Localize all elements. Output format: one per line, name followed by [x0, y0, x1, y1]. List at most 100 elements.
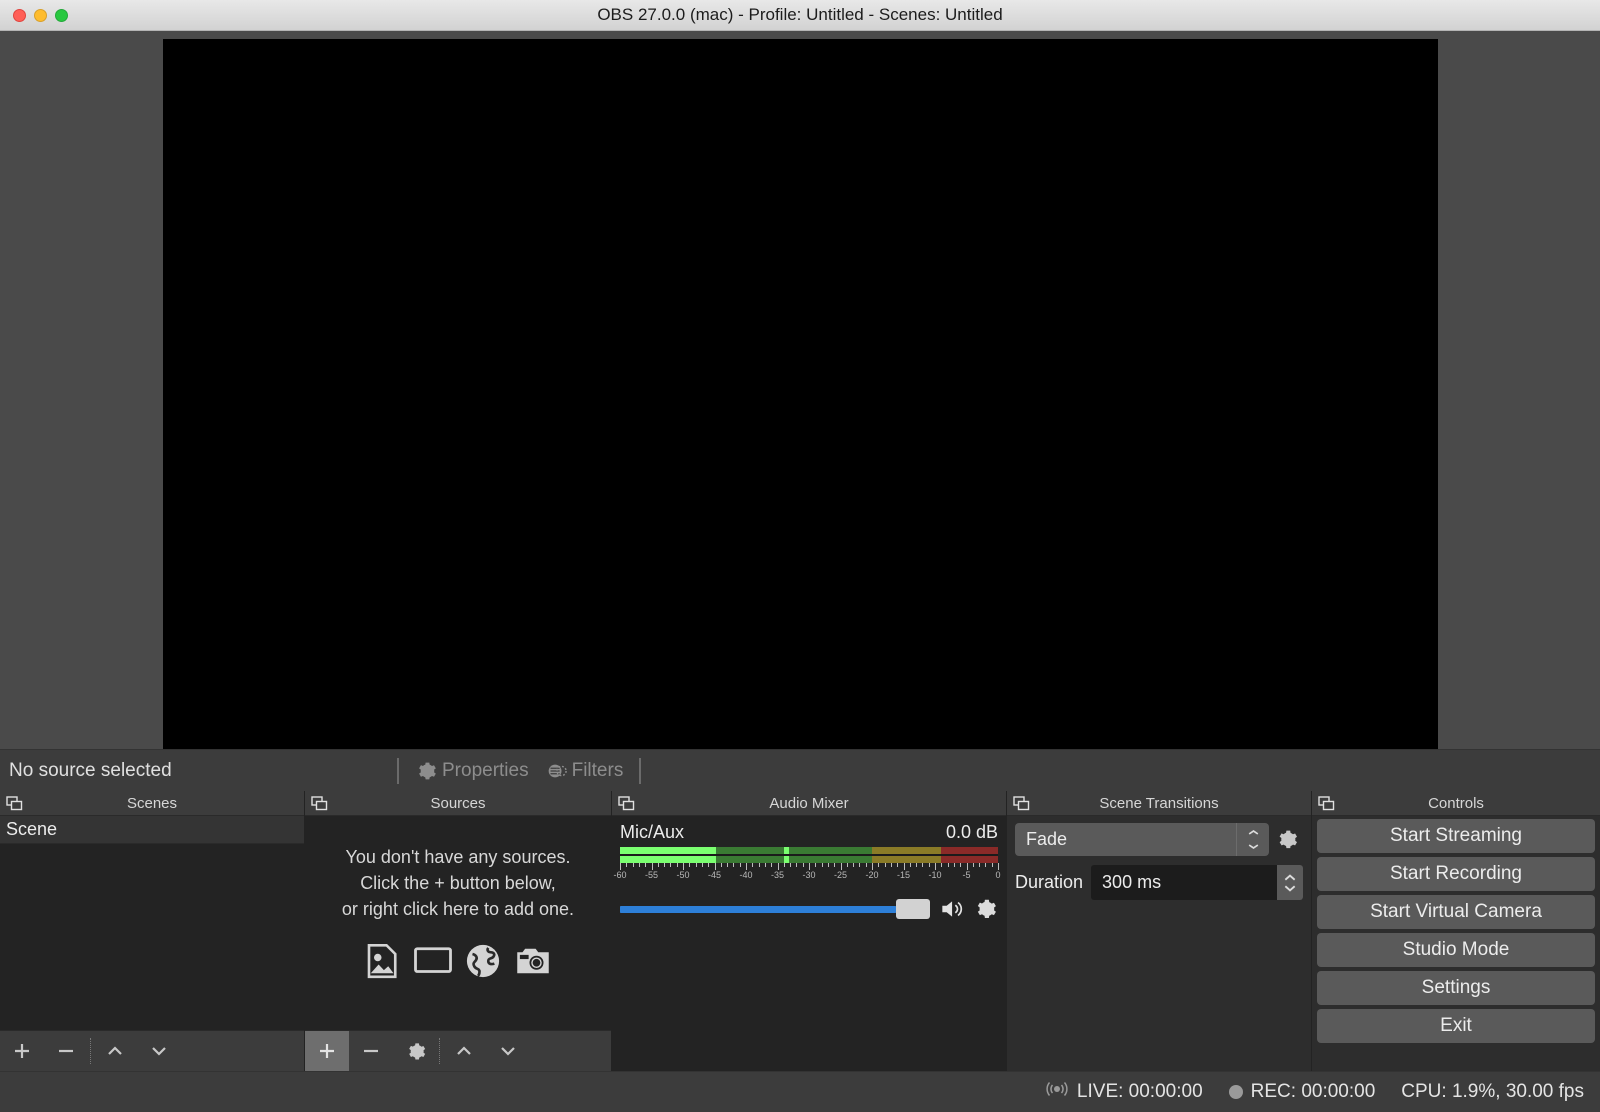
close-window-button[interactable] — [13, 8, 26, 22]
sources-list[interactable]: You don't have any sources. Click the + … — [305, 816, 611, 1030]
zoom-window-button[interactable] — [55, 8, 68, 22]
move-source-down-button[interactable] — [486, 1031, 530, 1071]
volume-slider-handle[interactable] — [896, 899, 930, 919]
transition-select-value: Fade — [1026, 829, 1068, 849]
transitions-dock-label: Scene Transitions — [1099, 794, 1219, 812]
live-status: LIVE: 00:00:00 — [1045, 1079, 1203, 1105]
start-streaming-button[interactable]: Start Streaming — [1317, 819, 1595, 853]
volume-slider[interactable] — [620, 898, 930, 920]
scene-item-label: Scene — [6, 819, 58, 839]
preview-canvas[interactable] — [162, 39, 1438, 749]
audio-mixer-dock: Audio Mixer Mic/Aux 0.0 dB -60 -55 -50 -… — [612, 791, 1007, 1071]
properties-button[interactable]: Properties — [407, 755, 537, 787]
meter-tick-label: -20 — [865, 870, 879, 880]
mixer-channel-db: 0.0 dB — [945, 822, 998, 842]
mixer-dock-label: Audio Mixer — [769, 794, 849, 812]
move-source-up-button[interactable] — [442, 1031, 486, 1071]
display-icon — [412, 940, 454, 982]
cpu-status: CPU: 1.9%, 30.00 fps — [1401, 1081, 1584, 1103]
start-virtual-camera-button[interactable]: Start Virtual Camera — [1317, 895, 1595, 929]
selected-source-status: No source selected — [9, 759, 172, 781]
transitions-dock-title: Scene Transitions — [1007, 791, 1311, 816]
scenes-list[interactable]: Scene — [0, 816, 304, 1030]
exit-button[interactable]: Exit — [1317, 1009, 1595, 1043]
mixer-meter: -60 -55 -50 -45 -40 -35 -30 -25 -20 -15 -10 -5 0 — [613, 847, 1001, 883]
move-scene-up-button[interactable] — [93, 1031, 137, 1071]
sources-dock: Sources You don't have any sources. Clic… — [305, 791, 612, 1071]
browser-icon — [462, 940, 504, 982]
scene-transitions-dock: Scene Transitions Fade Duration 300 ms — [1007, 791, 1312, 1071]
properties-label: Properties — [442, 759, 529, 781]
meter-channel-right — [620, 856, 998, 863]
exit-label: Exit — [1440, 1015, 1472, 1036]
source-toolbar: No source selected Properties Filters — [0, 749, 1600, 791]
transition-select-arrows[interactable] — [1236, 823, 1269, 856]
transitions-body: Fade Duration 300 ms — [1007, 816, 1311, 1031]
transition-select[interactable]: Fade — [1015, 823, 1236, 856]
duration-value: 300 ms — [1102, 872, 1162, 892]
studio-mode-button[interactable]: Studio Mode — [1317, 933, 1595, 967]
meter-channel-left — [620, 847, 998, 854]
controls-dock-title: Controls — [1312, 791, 1600, 816]
meter-tick-label: -50 — [676, 870, 690, 880]
broadcast-icon — [1045, 1079, 1069, 1105]
undock-icon[interactable] — [1318, 795, 1335, 811]
move-scene-down-button[interactable] — [137, 1031, 181, 1071]
traffic-light-group — [13, 8, 68, 22]
start-recording-label: Start Recording — [1389, 863, 1522, 884]
camera-icon — [512, 940, 554, 982]
transition-duration-row: Duration 300 ms — [1015, 865, 1303, 900]
sources-dock-title: Sources — [305, 791, 611, 816]
sources-empty-line-3: or right click here to add one. — [341, 898, 575, 919]
image-icon — [362, 940, 404, 982]
gear-icon — [415, 760, 437, 782]
minimize-window-button[interactable] — [34, 8, 47, 22]
duration-input[interactable]: 300 ms — [1091, 865, 1303, 900]
meter-tick-label: -25 — [833, 870, 848, 880]
speaker-icon[interactable] — [937, 896, 965, 922]
dock-row: Scenes Scene Sources You don't have any … — [0, 791, 1600, 1071]
scenes-toolbar-divider — [90, 1038, 91, 1064]
meter-tick-label: -5 — [962, 870, 971, 880]
filters-button[interactable]: Filters — [537, 755, 632, 787]
mixer-channel-mic-aux: Mic/Aux 0.0 dB -60 -55 -50 -45 -40 -35 -… — [612, 816, 1006, 922]
gear-icon[interactable] — [972, 896, 998, 922]
remove-source-button[interactable] — [349, 1031, 393, 1071]
source-properties-button[interactable] — [393, 1031, 437, 1071]
add-source-button[interactable] — [305, 1031, 349, 1071]
meter-tick-label: -30 — [802, 870, 816, 880]
sources-toolbar — [305, 1030, 611, 1071]
settings-button[interactable]: Settings — [1317, 971, 1595, 1005]
controls-dock-label: Controls — [1428, 794, 1484, 812]
mixer-dock-title: Audio Mixer — [612, 791, 1006, 816]
scenes-dock: Scenes Scene — [0, 791, 305, 1071]
start-streaming-label: Start Streaming — [1390, 825, 1522, 846]
record-dot-icon — [1228, 1085, 1243, 1099]
meter-tick-label: -40 — [739, 870, 753, 880]
meter-tick-marks — [620, 863, 999, 870]
start-recording-button[interactable]: Start Recording — [1317, 857, 1595, 891]
add-scene-button[interactable] — [0, 1031, 44, 1071]
volume-slider-fill — [620, 905, 896, 913]
undock-icon[interactable] — [311, 795, 328, 811]
controls-dock: Controls Start Streaming Start Recording… — [1312, 791, 1600, 1071]
undock-icon[interactable] — [618, 795, 635, 811]
start-virtual-camera-label: Start Virtual Camera — [1370, 901, 1542, 922]
scene-list-item[interactable]: Scene — [0, 816, 304, 844]
controls-body: Start Streaming Start Recording Start Vi… — [1312, 816, 1600, 1071]
scenes-dock-title: Scenes — [0, 791, 304, 816]
status-bar: LIVE: 00:00:00 REC: 00:00:00 CPU: 1.9%, … — [0, 1071, 1600, 1112]
transition-properties-button[interactable] — [1269, 823, 1303, 856]
sources-toolbar-divider — [439, 1038, 440, 1064]
window-titlebar: OBS 27.0.0 (mac) - Profile: Untitled - S… — [0, 0, 1600, 31]
preview-area[interactable] — [0, 31, 1600, 749]
mixer-channels: Mic/Aux 0.0 dB -60 -55 -50 -45 -40 -35 -… — [612, 816, 1006, 1031]
duration-stepper[interactable] — [1277, 865, 1303, 900]
meter-tick-label: -15 — [896, 870, 911, 880]
filters-icon — [545, 760, 567, 782]
live-label: LIVE: 00:00:00 — [1076, 1081, 1203, 1102]
rec-label: REC: 00:00:00 — [1250, 1081, 1376, 1102]
undock-icon[interactable] — [1013, 795, 1030, 811]
remove-scene-button[interactable] — [44, 1031, 88, 1071]
undock-icon[interactable] — [6, 795, 23, 811]
